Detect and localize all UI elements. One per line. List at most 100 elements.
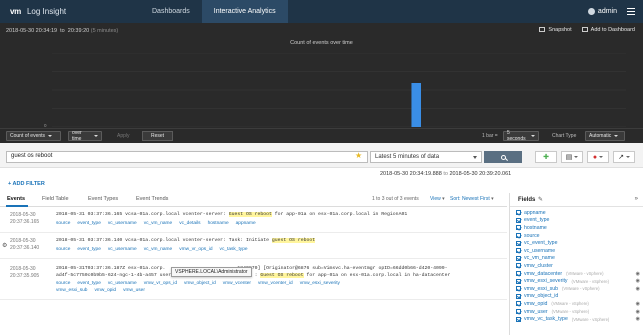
add-filter-button[interactable]: + ADD FILTER [8, 181, 45, 187]
eye-icon[interactable]: ◉ [636, 271, 640, 277]
field-item[interactable]: vmw_esxi_severity (VMware - vSphere) ◉ [510, 277, 643, 285]
field-name[interactable]: appname [524, 210, 546, 216]
event-message[interactable]: 2018-05-31 03:37:36.165 vcsa-01a.corp.lo… [56, 212, 407, 219]
collapse-icon[interactable]: » [635, 196, 638, 202]
list-item[interactable]: ⚙ 2018-05-30 20:37:36.140 2018-05-31 03:3… [0, 234, 507, 259]
event-field-link[interactable]: source [56, 247, 70, 252]
checkbox-icon[interactable] [516, 301, 521, 307]
event-field-link[interactable]: vmw_vcenter [223, 281, 251, 286]
field-name[interactable]: vmw_object_id [524, 293, 558, 299]
event-message-line2[interactable]: ad4f-5c7750c0b9b5-624-ngc-1-4b-a457 user… [56, 273, 450, 280]
event-field-link[interactable]: vc_username [108, 281, 137, 286]
search-button[interactable] [484, 151, 522, 163]
event-message[interactable]: 2018-05-31T03:37:36.187Z esx-01a.corp. 18… [56, 266, 448, 273]
field-item[interactable]: hostname [510, 224, 643, 232]
checkbox-icon[interactable] [516, 210, 521, 216]
checkbox-icon[interactable] [516, 263, 521, 269]
field-item[interactable]: vc_event_type [510, 239, 643, 247]
checkbox-icon[interactable] [516, 217, 521, 223]
share-button[interactable]: ↗ [613, 151, 635, 163]
event-field-link[interactable]: source [56, 281, 70, 286]
event-field-link[interactable]: vmw_esxi_sub [56, 288, 87, 293]
add-to-dashboard-button[interactable]: Add to Dashboard [581, 27, 635, 33]
view-dropdown[interactable]: View ▾ [430, 196, 445, 202]
field-name[interactable]: vc_vm_name [524, 255, 555, 261]
event-field-link[interactable]: vc_username [108, 221, 137, 226]
snapshot-button[interactable]: Snapshot [539, 27, 572, 33]
over-time-dropdown[interactable]: over time [68, 130, 102, 142]
event-field-link[interactable]: vc_vm_name [144, 247, 173, 252]
checkbox-icon[interactable] [516, 255, 521, 261]
list-item[interactable]: 2018-05-30 20:37:36.165 2018-05-31 03:37:… [0, 208, 507, 233]
checkbox-icon[interactable] [516, 240, 521, 246]
field-name[interactable]: event_type [524, 217, 549, 223]
field-name[interactable]: vmw_opid [524, 301, 547, 307]
event-field-link[interactable]: vmw_opid [94, 288, 116, 293]
tab-event-trends[interactable]: Event Trends [136, 196, 168, 202]
event-field-link[interactable]: vc_vm_name [144, 221, 173, 226]
field-item[interactable]: event_type [510, 217, 643, 225]
field-name[interactable]: vmw_esxi_severity [524, 278, 568, 284]
chart-type-dropdown[interactable]: Automatic [585, 131, 625, 141]
tab-event-types[interactable]: Event Types [88, 196, 118, 202]
field-item[interactable]: vc_vm_name [510, 255, 643, 263]
checkbox-icon[interactable] [516, 248, 521, 254]
checkbox-icon[interactable] [516, 233, 521, 239]
field-item[interactable]: source [510, 232, 643, 240]
sort-dropdown[interactable]: Sort: Newest First ▾ [450, 196, 494, 202]
tab-dashboards[interactable]: Dashboards [140, 0, 202, 23]
search-input[interactable]: guest os reboot [6, 151, 368, 163]
time-range-select[interactable]: Latest 5 minutes of data [370, 151, 482, 163]
event-field-link[interactable]: event_type [77, 221, 100, 226]
eye-icon[interactable]: ◉ [636, 278, 640, 284]
eye-icon[interactable]: ◉ [636, 309, 640, 315]
hamburger-menu-icon[interactable] [627, 8, 635, 15]
event-field-link[interactable]: vmw_esxi_severity [300, 281, 340, 286]
event-message[interactable]: 2018-05-31 03:37:36.140 vcsa-01a.corp.lo… [56, 238, 316, 245]
field-name[interactable]: vc_username [524, 248, 555, 254]
field-item[interactable]: appname [510, 209, 643, 217]
checkbox-icon[interactable] [516, 271, 521, 277]
reset-button[interactable]: Reset [142, 131, 174, 141]
field-item[interactable]: vmw_esxi_sub (VMware - vSphere) ◉ [510, 285, 643, 293]
event-field-link[interactable]: vc_details [179, 221, 200, 226]
event-field-link[interactable]: source [56, 221, 70, 226]
pencil-icon[interactable]: ✎ [538, 196, 543, 203]
event-field-link[interactable]: vmw_vr_ops_id [144, 281, 177, 286]
alert-button[interactable]: ● [587, 151, 609, 163]
field-item[interactable]: vmw_opid (VMware - vSphere) ◉ [510, 300, 643, 308]
field-item[interactable]: vmw_object_id [510, 293, 643, 301]
checkbox-icon[interactable] [516, 278, 521, 284]
field-item[interactable]: vmw_vc_task_type (VMware - vSphere) ◉ [510, 315, 643, 323]
chart-plot-area[interactable] [52, 53, 626, 127]
event-field-link[interactable]: appname [236, 221, 256, 226]
eye-icon[interactable]: ◉ [636, 286, 640, 292]
event-field-link[interactable]: vmw_vr_ops_id [179, 247, 212, 252]
event-field-link[interactable]: vmw_vcenter_id [258, 281, 293, 286]
tab-field-table[interactable]: Field Table [42, 196, 69, 202]
favorite-star-icon[interactable]: ★ [355, 152, 362, 160]
event-field-link[interactable]: vmw_user [123, 288, 145, 293]
event-field-link[interactable]: vmw_object_id [184, 281, 216, 286]
field-item[interactable]: vmw_cluster [510, 262, 643, 270]
field-item[interactable]: vmw_user (VMware - vSphere) ◉ [510, 308, 643, 316]
field-name[interactable]: hostname [524, 225, 547, 231]
event-field-link[interactable]: vc_username [108, 247, 137, 252]
field-name[interactable]: vmw_cluster [524, 263, 553, 269]
field-name[interactable]: vc_event_type [524, 240, 557, 246]
apply-button[interactable]: Apply [117, 133, 130, 139]
gear-icon[interactable]: ⚙ [2, 242, 7, 249]
field-item[interactable]: vmw_datacenter (VMware - vSphere) ◉ [510, 270, 643, 278]
field-name[interactable]: vmw_datacenter [524, 271, 562, 277]
field-name[interactable]: vmw_esxi_sub [524, 286, 558, 292]
list-item[interactable]: 2018-05-30 20:37:35.905 2018-05-31T03:37:… [0, 260, 507, 300]
eye-icon[interactable]: ◉ [636, 301, 640, 307]
count-of-events-dropdown[interactable]: Count of events [6, 131, 61, 141]
field-name[interactable]: vmw_user [524, 309, 548, 315]
event-field-link[interactable]: vc_task_type [220, 247, 248, 252]
chart-bar[interactable] [411, 83, 421, 127]
checkbox-icon[interactable] [516, 309, 521, 315]
app-logo[interactable]: vm Log Insight [0, 7, 140, 16]
field-name[interactable]: vmw_vc_task_type [524, 316, 568, 322]
event-field-link[interactable]: event_type [77, 247, 100, 252]
